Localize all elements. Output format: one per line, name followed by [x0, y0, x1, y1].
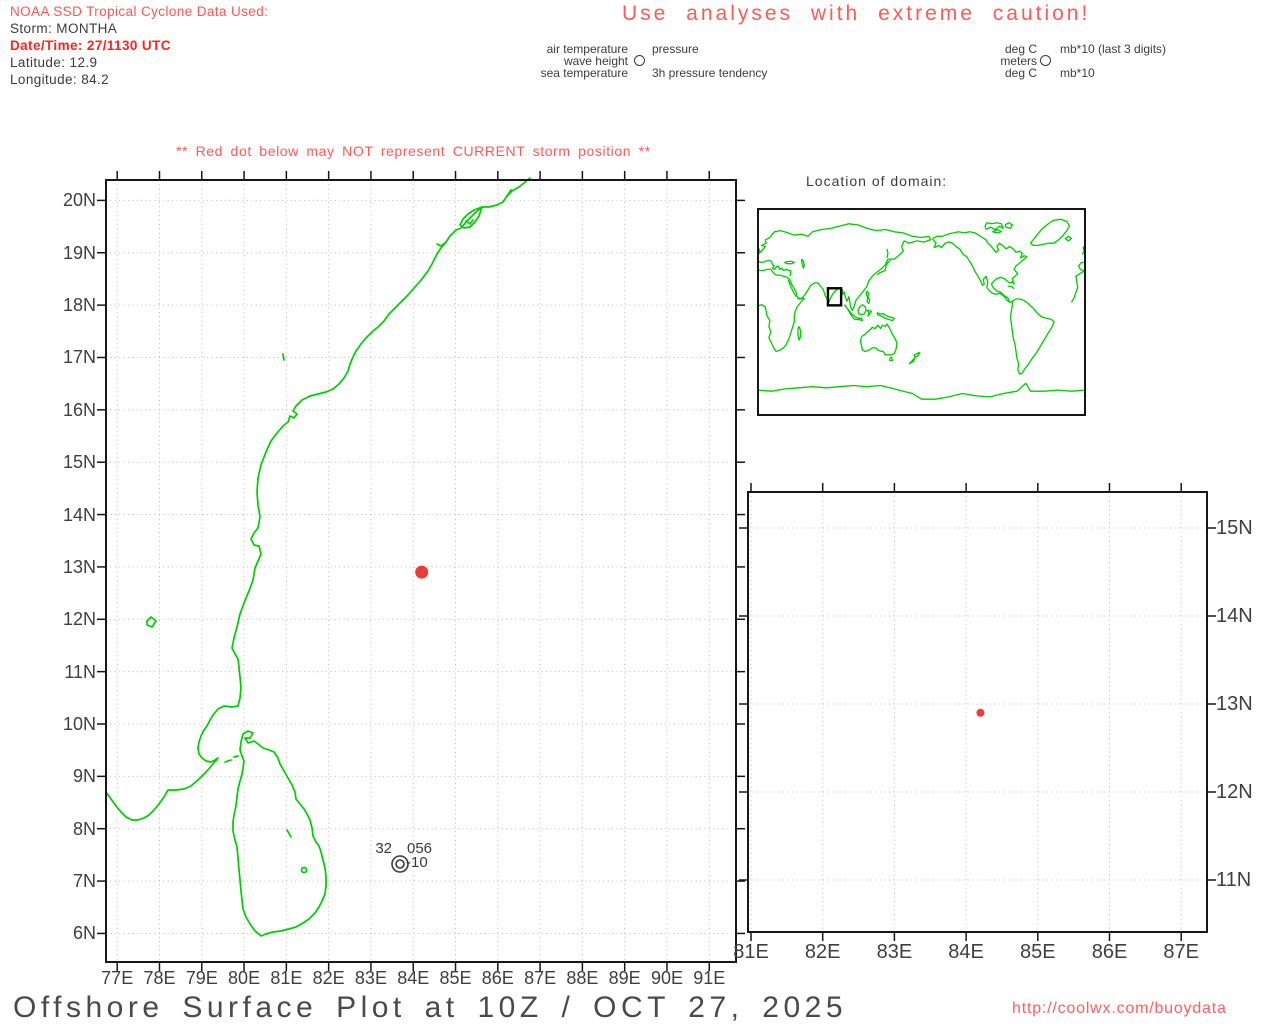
main-lat-tick-label: 9N	[48, 767, 96, 785]
legend-pressure-tendency-label: 3h pressure tendency	[652, 66, 767, 80]
noaa-data-line: NOAA SSD Tropical Cyclone Data Used:	[10, 4, 268, 19]
datetime-line: Date/Time: 27/1130 UTC	[10, 38, 171, 53]
main-lat-tick-label: 6N	[48, 924, 96, 942]
legend-pressure-label: pressure	[652, 42, 699, 56]
units-mb10-label: mb*10	[1060, 66, 1095, 80]
main-lat-tick-label: 17N	[48, 348, 96, 366]
zoom-lon-tick-label: 87E	[1151, 942, 1211, 962]
main-lat-tick-label: 10N	[48, 715, 96, 733]
zoom-lon-tick-label: 82E	[793, 942, 853, 962]
main-lat-tick-label: 12N	[48, 610, 96, 628]
storm-name-line: Storm: MONTHA	[10, 21, 117, 36]
storm-position-warning: ** Red dot below may NOT represent CURRE…	[176, 143, 651, 159]
units-mb10-last3-label: mb*10 (last 3 digits)	[1060, 42, 1166, 56]
zoom-lat-tick-label: 13N	[1216, 694, 1253, 714]
zoom-lon-tick-label: 86E	[1080, 942, 1140, 962]
main-lat-tick-label: 14N	[48, 506, 96, 524]
main-lat-tick-label: 16N	[48, 401, 96, 419]
zoom-lon-tick-label: 84E	[936, 942, 996, 962]
coastline-india-srilanka	[106, 178, 530, 936]
main-lat-tick-label: 15N	[48, 453, 96, 471]
units-degc-bottom-label: deg C	[937, 66, 1037, 80]
units-model-circle-icon	[1040, 55, 1051, 66]
station-air-temperature-value: 32	[352, 842, 392, 856]
zoom-lat-tick-label: 12N	[1216, 782, 1253, 802]
zoom-lon-tick-label: 85E	[1008, 942, 1068, 962]
zoom-lat-tick-label: 11N	[1216, 870, 1251, 890]
offshore-surface-plot-page: NOAA SSD Tropical Cyclone Data Used: Sto…	[0, 0, 1280, 1024]
zoom-lat-tick-label: 15N	[1216, 518, 1253, 538]
main-lat-tick-label: 18N	[48, 296, 96, 314]
main-lat-tick-label: 13N	[48, 558, 96, 576]
world-inset-map	[757, 208, 1086, 416]
storm-position-dot-zoom	[976, 709, 984, 717]
zoom-map	[739, 483, 1221, 945]
station-pressure-tendency-value: -10	[406, 856, 428, 870]
storm-position-dot	[415, 566, 428, 579]
location-of-domain-label: Location of domain:	[806, 173, 947, 189]
plot-title: Offshore Surface Plot at 10Z / OCT 27, 2…	[13, 991, 847, 1024]
source-url-link[interactable]: http://coolwx.com/buoydata	[1012, 1000, 1227, 1018]
main-lat-tick-label: 19N	[48, 244, 96, 262]
zoom-lat-tick-label: 14N	[1216, 606, 1253, 626]
zoom-lon-tick-label: 83E	[864, 942, 924, 962]
main-lon-tick-label: 91E	[684, 969, 734, 987]
main-lat-tick-label: 11N	[48, 663, 96, 681]
latitude-line: Latitude: 12.9	[10, 55, 97, 70]
main-lat-tick-label: 20N	[48, 191, 96, 209]
station-model-circle-icon	[634, 55, 645, 66]
longitude-line: Longitude: 84.2	[10, 72, 109, 87]
caution-headline: Use analyses with extreme caution!	[622, 2, 1090, 26]
legend-sea-temperature-label: sea temperature	[428, 66, 628, 80]
world-coastlines	[758, 219, 1085, 399]
main-lat-tick-label: 8N	[48, 820, 96, 838]
main-lat-tick-label: 7N	[48, 872, 96, 890]
zoom-lon-tick-label: 81E	[721, 942, 781, 962]
